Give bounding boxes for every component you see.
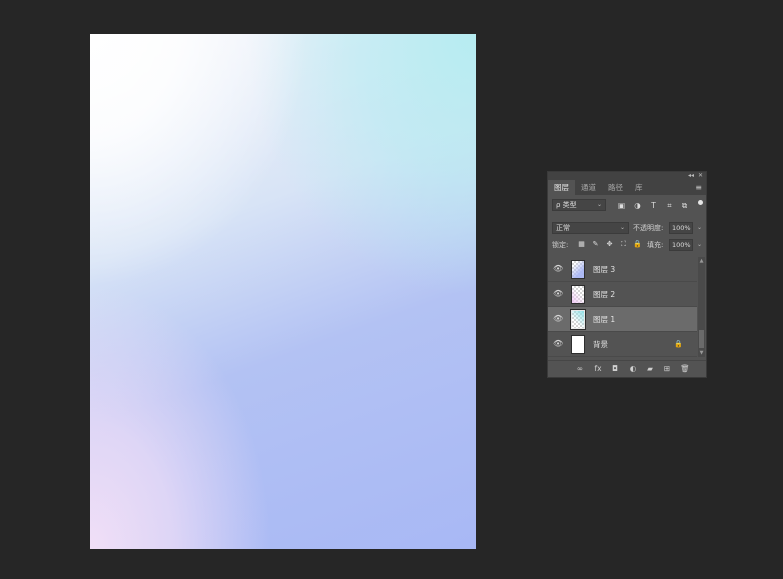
chevron-down-icon[interactable]: ⌄ xyxy=(697,240,702,250)
link-layers-icon[interactable]: ∞ xyxy=(575,364,585,374)
chevron-down-icon: ⌄ xyxy=(619,224,625,231)
fill-label: 填充: xyxy=(647,241,664,249)
close-icon[interactable]: ✕ xyxy=(698,172,703,180)
tab-layers[interactable]: 图层 xyxy=(548,180,575,195)
adjustment-layer-icon[interactable]: ◐ xyxy=(628,364,638,374)
fx-icon[interactable]: fx xyxy=(593,364,603,374)
layer-name: 图层 3 xyxy=(593,265,616,274)
filter-kind-select[interactable]: ρ 类型 ⌄ xyxy=(552,199,606,211)
delete-trash-icon[interactable]: 🗑 xyxy=(680,364,690,374)
shape-filter-icon[interactable]: ⌗ xyxy=(665,201,674,210)
eye-icon[interactable]: 👁 xyxy=(553,289,563,299)
document-canvas[interactable] xyxy=(90,34,476,549)
layers-list: 👁 图层 3 👁 图层 2 👁 图层 1 👁 背景 🔒 xyxy=(548,257,697,357)
panel-bottom-bar: ∞ fx ◘ ◐ ▰ ⊞ 🗑 xyxy=(548,360,706,377)
layer-row-layer-3[interactable]: 👁 图层 3 xyxy=(548,257,697,282)
lock-label: 锁定: xyxy=(552,241,569,249)
blend-row: 正常 ⌄ 不透明度: 100% ⌄ xyxy=(548,220,706,236)
layer-name: 图层 2 xyxy=(593,290,616,299)
tab-paths[interactable]: 路径 xyxy=(602,180,629,195)
layer-row-layer-1[interactable]: 👁 图层 1 xyxy=(548,307,697,332)
layer-thumbnail xyxy=(570,309,586,330)
adjustment-filter-icon[interactable]: ◑ xyxy=(633,201,642,210)
blend-mode-label: 正常 xyxy=(556,224,570,232)
new-layer-icon[interactable]: ⊞ xyxy=(662,364,672,374)
chevron-down-icon[interactable]: ⌄ xyxy=(697,223,702,233)
tab-channels[interactable]: 通道 xyxy=(575,180,602,195)
blend-mode-select[interactable]: 正常 ⌄ xyxy=(552,222,629,234)
layers-panel: ◂◂ ✕ 图层 通道 路径 库 ≡ ρ 类型 ⌄ ▣ ◑ T ⌗ ⧉ 正常 ⌄ … xyxy=(547,171,707,378)
layer-thumbnail xyxy=(571,285,585,304)
opacity-value: 100% xyxy=(672,224,691,232)
chevron-down-icon: ⌄ xyxy=(596,201,602,208)
thumbnail-paint xyxy=(572,261,584,278)
fill-input[interactable]: 100% ⌄ xyxy=(669,239,702,251)
eye-icon[interactable]: 👁 xyxy=(553,264,563,274)
lock-position-icon[interactable]: ✥ xyxy=(605,239,614,250)
layer-thumbnail xyxy=(571,260,585,279)
filter-toggle[interactable] xyxy=(698,200,703,205)
layer-row-background[interactable]: 👁 背景 🔒 xyxy=(548,332,697,357)
eye-icon[interactable]: 👁 xyxy=(553,339,563,349)
panel-tabs: 图层 通道 路径 库 ≡ xyxy=(548,180,706,195)
thumbnail-paint xyxy=(572,311,584,328)
lock-row: 锁定: ▦ ✎ ✥ ⛶ 🔒 填充: 100% ⌄ xyxy=(548,237,706,253)
eye-icon[interactable]: 👁 xyxy=(553,314,563,324)
layer-thumbnail xyxy=(571,335,585,354)
thumbnail-paint xyxy=(572,286,584,303)
panel-titlebar: ◂◂ ✕ xyxy=(548,172,706,180)
group-folder-icon[interactable]: ▰ xyxy=(645,364,655,374)
image-filter-icon[interactable]: ▣ xyxy=(617,201,626,210)
layer-row-layer-2[interactable]: 👁 图层 2 xyxy=(548,282,697,307)
layer-name: 图层 1 xyxy=(593,315,616,324)
lock-transparent-icon[interactable]: ▦ xyxy=(577,239,586,250)
lock-icon: 🔒 xyxy=(674,340,683,348)
lock-paint-icon[interactable]: ✎ xyxy=(591,239,600,250)
add-mask-icon[interactable]: ◘ xyxy=(610,364,620,374)
scroll-thumb[interactable] xyxy=(699,330,704,348)
filter-row: ρ 类型 ⌄ ▣ ◑ T ⌗ ⧉ xyxy=(548,195,706,215)
layer-name: 背景 xyxy=(593,340,608,349)
lock-all-icon[interactable]: 🔒 xyxy=(633,239,642,250)
smart-object-filter-icon[interactable]: ⧉ xyxy=(680,201,689,210)
scroll-up-icon[interactable]: ▲ xyxy=(698,257,705,265)
opacity-label: 不透明度: xyxy=(633,224,664,232)
opacity-input[interactable]: 100% ⌄ xyxy=(669,222,702,234)
panel-menu-icon[interactable]: ≡ xyxy=(695,180,702,195)
collapse-icon[interactable]: ◂◂ xyxy=(688,172,694,180)
filter-kind-label: ρ 类型 xyxy=(556,201,577,209)
fill-value: 100% xyxy=(672,241,691,249)
tab-library[interactable]: 库 xyxy=(629,180,649,195)
lock-artboard-icon[interactable]: ⛶ xyxy=(619,239,628,250)
scroll-down-icon[interactable]: ▼ xyxy=(698,349,705,357)
type-filter-icon[interactable]: T xyxy=(649,201,658,210)
layers-scrollbar[interactable]: ▲ ▼ xyxy=(698,257,705,357)
